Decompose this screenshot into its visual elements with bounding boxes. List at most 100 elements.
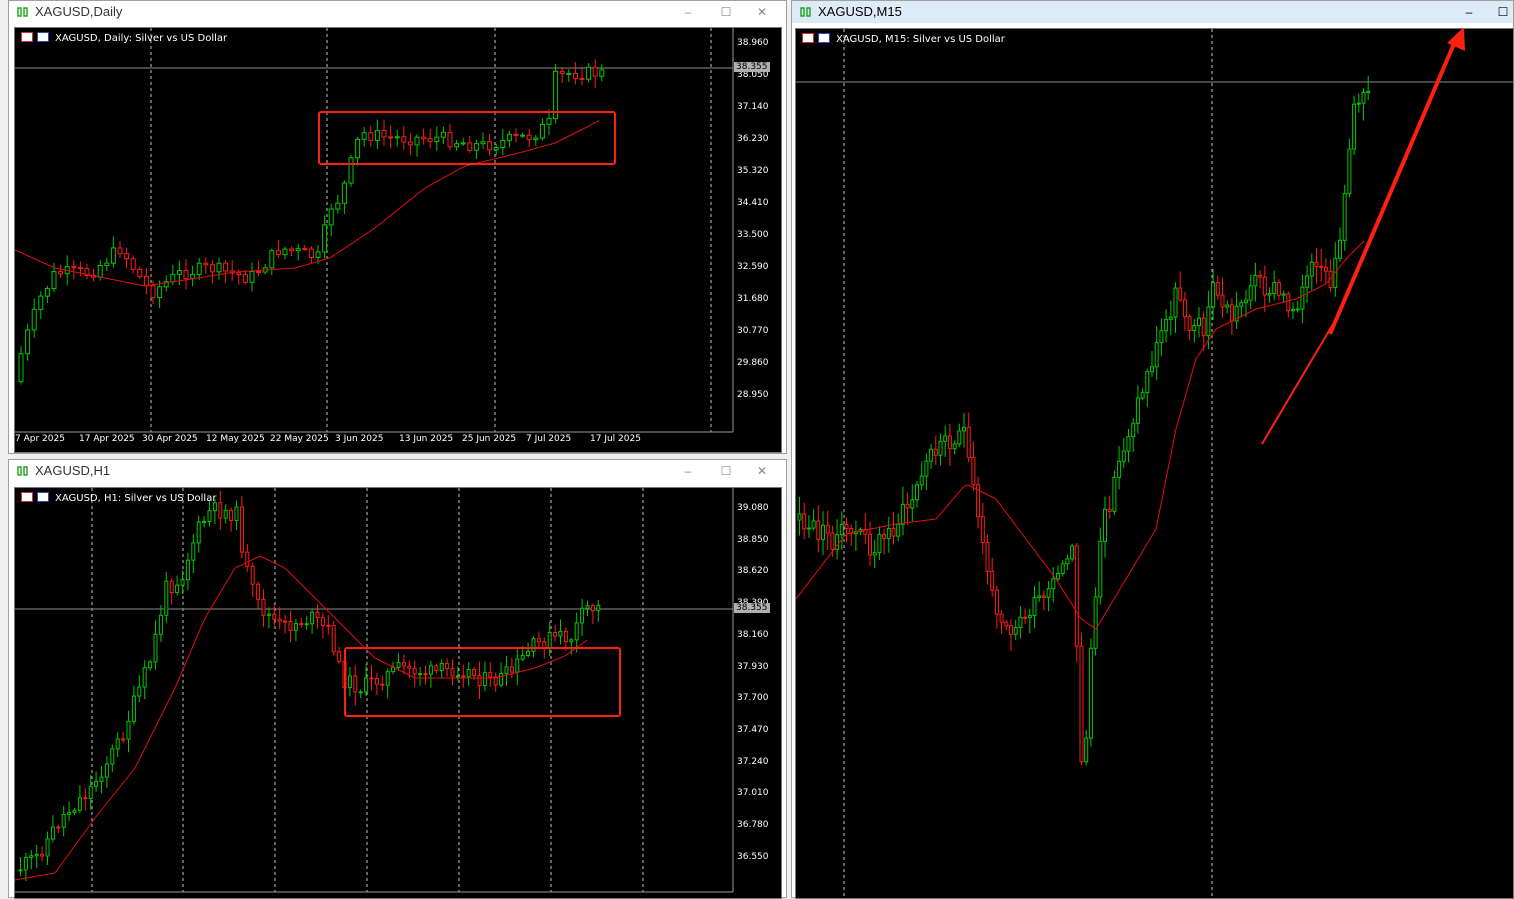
- m15-chart-window[interactable]: XAGUSD,M15 – ☐ XAGUSD, M15: Silver vs US…: [791, 0, 1514, 899]
- candle-body: [369, 677, 374, 680]
- h1-window-titlebar[interactable]: XAGUSD,H1 – ☐ ✕: [9, 460, 786, 482]
- candle-body: [137, 686, 142, 697]
- candle-body: [315, 611, 320, 619]
- maximize-button[interactable]: ☐: [1492, 1, 1514, 23]
- candle-body: [547, 631, 552, 650]
- daily-window-titlebar[interactable]: XAGUSD,Daily – ☐ ✕: [9, 1, 786, 23]
- m15-window-titlebar[interactable]: XAGUSD,M15 – ☐: [792, 1, 1513, 23]
- candle-body: [952, 443, 957, 450]
- candle-body: [170, 273, 176, 283]
- candle-body: [1258, 274, 1263, 278]
- candle-body: [1323, 266, 1328, 272]
- daily-chart-area[interactable]: XAGUSD, Daily: Silver vs US Dollar 38.96…: [14, 27, 782, 453]
- candle-body: [236, 272, 242, 276]
- price-tick-label: 28.950: [737, 390, 769, 400]
- candle-body: [190, 273, 196, 280]
- candle-body: [310, 611, 315, 625]
- candle-body: [526, 134, 532, 141]
- candle-body: [209, 264, 215, 273]
- candle-body: [148, 661, 153, 669]
- candle-body: [223, 509, 228, 519]
- h1-chart-area[interactable]: XAGUSD, H1: Silver vs US Dollar 39.080 38…: [14, 487, 782, 899]
- price-tick-label: 35.320: [737, 166, 769, 176]
- candle-body: [596, 604, 601, 612]
- candle-body: [58, 271, 64, 275]
- candle-body: [439, 663, 444, 672]
- m15-chart-area[interactable]: XAGUSD, M15: Silver vs US Dollar: [795, 28, 1514, 899]
- candle-body: [1272, 282, 1277, 294]
- candle-body: [477, 675, 482, 686]
- candle-body: [580, 607, 585, 624]
- candle-body: [180, 579, 185, 586]
- candle-body: [440, 131, 446, 138]
- current-price-label: 38.355: [734, 603, 770, 613]
- candle-body: [461, 675, 466, 678]
- candle-body: [61, 813, 66, 828]
- candle-body: [407, 141, 413, 146]
- close-button[interactable]: ✕: [751, 460, 773, 482]
- candle-body: [488, 671, 493, 678]
- maximize-button[interactable]: ☐: [715, 1, 737, 23]
- candle-body: [868, 533, 872, 556]
- candle-body: [515, 658, 520, 673]
- candle-body: [77, 797, 82, 811]
- candle-body: [1215, 282, 1220, 296]
- time-tick-label: 17 Jul 2025: [590, 434, 641, 444]
- minimize-button[interactable]: –: [677, 460, 699, 482]
- time-tick-label: 7 Jul 2025: [526, 434, 572, 444]
- candle-body: [872, 552, 877, 556]
- maximize-button[interactable]: ☐: [715, 460, 737, 482]
- candle-body: [67, 812, 72, 815]
- candle-body: [1088, 647, 1093, 739]
- candle-body: [882, 534, 887, 539]
- candle-body: [797, 513, 802, 521]
- candle-body: [1159, 330, 1164, 344]
- candle-body: [915, 484, 919, 501]
- daily-chart-window[interactable]: XAGUSD,Daily – ☐ ✕ XAGUSD, Daily: Silver…: [8, 0, 787, 454]
- candle-body: [434, 665, 439, 672]
- candle-body: [943, 435, 948, 442]
- candle-body: [31, 308, 37, 331]
- price-tick-label: 37.930: [737, 661, 769, 672]
- candle-body: [275, 250, 281, 256]
- candle-body: [418, 673, 423, 676]
- candle-body: [374, 678, 379, 685]
- candle-body: [990, 570, 995, 591]
- candle-body: [322, 224, 328, 253]
- window-title: XAGUSD,M15: [818, 4, 902, 19]
- candle-body: [910, 499, 915, 509]
- candle-body: [348, 157, 354, 184]
- price-tick-label: 31.680: [737, 294, 769, 304]
- minimize-button[interactable]: –: [1458, 1, 1480, 23]
- candle-body: [999, 613, 1004, 623]
- candle-body: [569, 639, 574, 643]
- close-button[interactable]: ✕: [751, 1, 773, 23]
- time-tick-label: 3 Jun 2025: [335, 434, 384, 444]
- time-tick-label: 7 Apr 2025: [15, 434, 65, 444]
- candle-body: [1145, 371, 1150, 394]
- candle-body: [1131, 422, 1136, 438]
- candle-body: [1027, 614, 1032, 619]
- minimize-button[interactable]: –: [677, 1, 699, 23]
- candle-body: [207, 510, 212, 522]
- candle-body: [97, 264, 103, 278]
- candle-body: [962, 426, 966, 432]
- h1-chart-window[interactable]: XAGUSD,H1 – ☐ ✕ XAGUSD, H1: Silver vs US…: [8, 459, 787, 899]
- candle-body: [77, 267, 83, 270]
- candle-body: [364, 677, 369, 693]
- candle-body: [1032, 597, 1037, 616]
- price-tick-label: 36.230: [737, 134, 769, 144]
- candle-body: [335, 202, 341, 210]
- candle-body: [816, 520, 821, 540]
- candle-body: [242, 274, 248, 283]
- candle-body: [124, 253, 130, 260]
- candle-body: [131, 695, 136, 722]
- candle-body: [407, 665, 412, 669]
- candle-body: [1164, 318, 1169, 332]
- candle-body: [196, 262, 202, 275]
- candle-body: [434, 136, 440, 143]
- candle-body: [282, 248, 288, 256]
- flag-icon: [21, 32, 33, 42]
- candle-body: [272, 613, 277, 620]
- candle-body: [1342, 193, 1347, 241]
